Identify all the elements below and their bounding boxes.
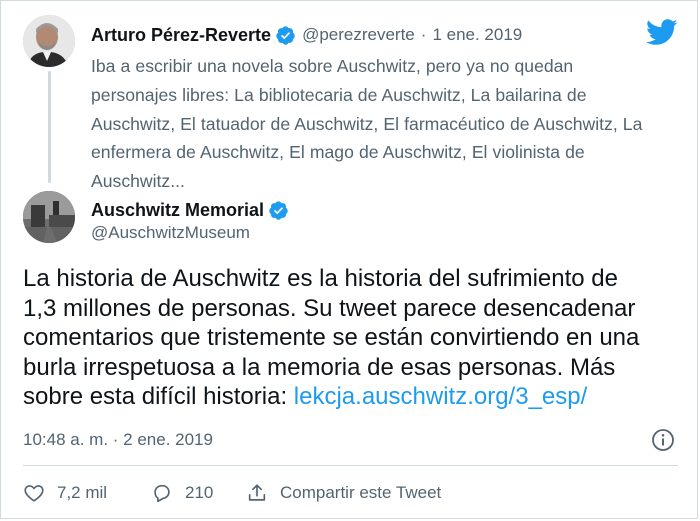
main-tweet-header: Auschwitz Memorial [91, 198, 289, 222]
parent-tweet-text: Iba a escribir una novela sobre Auschwit… [91, 52, 686, 196]
parent-tweet-date[interactable]: 1 ene. 2019 [432, 25, 522, 45]
parent-text-line: Iba a escribir una novela sobre Auschwit… [91, 56, 574, 76]
author-photo [23, 15, 75, 67]
parent-author-avatar[interactable] [23, 15, 75, 67]
tweet-card: Arturo Pérez-Reverte @perezreverte · 1 e… [0, 0, 698, 519]
reply-icon [154, 484, 170, 503]
reply-button[interactable]: 210 [151, 482, 246, 504]
main-author-avatar[interactable] [23, 191, 75, 243]
museum-photo [23, 191, 75, 243]
info-icon[interactable] [651, 428, 675, 452]
main-text-last-line: sobre esta difícil historia: lekcja.ausc… [23, 382, 693, 412]
thread-connector-line [48, 71, 51, 183]
main-text-line: comentarios que tristemente se están con… [23, 324, 640, 351]
share-label: Compartir este Tweet [280, 483, 442, 502]
actions-divider [23, 465, 678, 466]
parent-text-line: Auschwitz... [91, 171, 185, 192]
like-button[interactable]: 7,2 mil [23, 482, 151, 504]
main-text-line: La historia de Auschwitz es la historia … [23, 265, 618, 292]
reply-count: 210 [185, 483, 214, 502]
parent-text-line: Auschwitz, El tatuador de Auschwitz, El … [91, 113, 643, 134]
tweet-link[interactable]: lekcja.auschwitz.org/3_esp/ [294, 383, 587, 410]
main-text-line: burla irrespetuosa a la memoria de esas … [23, 353, 616, 381]
tweet-timestamp[interactable]: 10:48 a. m. · 2 ene. 2019 [23, 430, 213, 450]
heart-icon [24, 485, 44, 502]
tweet-actions-bar: 7,2 mil 210 Compartir este Tweet [23, 479, 441, 507]
main-tweet-text: La historia de Auschwitz es la historia … [23, 264, 693, 412]
parent-text-line: enfermera de Auschwitz, El mago de Ausch… [91, 142, 585, 163]
main-text-line: 1,3 millones de personas. Su tweet parec… [23, 294, 636, 322]
parent-tweet-header: Arturo Pérez-Reverte @perezreverte · 1 e… [91, 23, 522, 47]
verified-badge-icon [269, 200, 288, 220]
share-icon [248, 484, 266, 501]
verified-badge-icon [276, 25, 295, 45]
main-author-handle[interactable]: @AuschwitzMuseum [91, 223, 250, 243]
share-button[interactable]: Compartir este Tweet [246, 482, 441, 504]
main-author-name[interactable]: Auschwitz Memorial [91, 200, 264, 221]
twitter-bird-icon[interactable] [646, 19, 678, 46]
like-count: 7,2 mil [57, 483, 108, 502]
parent-text-line: personajes libres: La bibliotecaria de A… [91, 84, 587, 105]
parent-author-handle[interactable]: @perezreverte [302, 25, 415, 45]
parent-author-name[interactable]: Arturo Pérez-Reverte [91, 25, 271, 46]
main-text-line-lead: sobre esta difícil historia: [23, 383, 294, 410]
header-separator: · [420, 25, 427, 44]
